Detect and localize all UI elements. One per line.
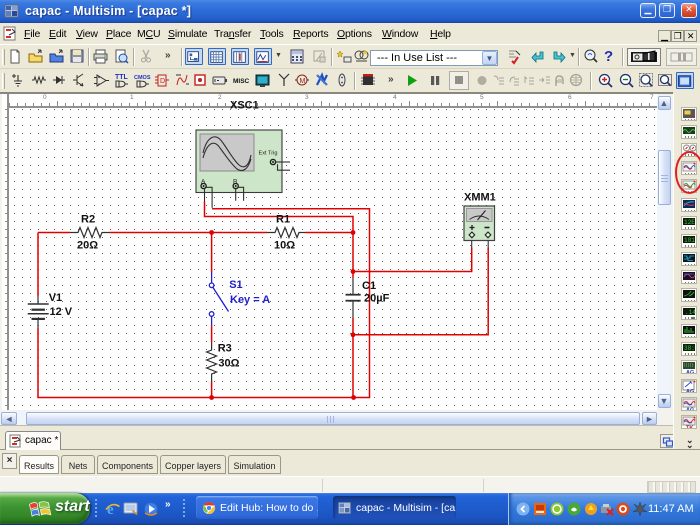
svg-text:Key = A: Key = A <box>230 294 270 306</box>
svg-text:CMOS: CMOS <box>134 75 151 81</box>
svg-text:XMM1: XMM1 <box>464 192 496 204</box>
svg-text:M: M <box>300 78 306 85</box>
svg-text:12 V: 12 V <box>50 306 73 318</box>
svg-text:12E: 12E <box>684 219 695 226</box>
svg-text:R1: R1 <box>276 214 290 226</box>
svg-text:Ext Trig: Ext Trig <box>259 151 278 157</box>
svg-text:R2: R2 <box>81 214 95 226</box>
svg-text:D: D <box>160 78 165 85</box>
svg-text:TTL: TTL <box>115 74 129 81</box>
svg-text:B: B <box>233 179 237 186</box>
svg-text:AG: AG <box>686 389 694 393</box>
svg-text:R3: R3 <box>218 343 232 355</box>
svg-text:AG: AG <box>686 407 694 411</box>
svg-text:10Ω: 10Ω <box>274 240 295 252</box>
svg-text:20µF: 20µF <box>364 293 390 305</box>
svg-text:C1: C1 <box>362 280 376 292</box>
svg-text:101: 101 <box>684 237 695 244</box>
svg-text:S1: S1 <box>229 279 242 291</box>
svg-text:V1: V1 <box>49 292 62 304</box>
svg-text:MISC: MISC <box>233 78 250 85</box>
svg-text:A: A <box>201 179 206 186</box>
svg-text:20Ω: 20Ω <box>77 240 98 252</box>
svg-text:38:: 38: <box>684 345 695 352</box>
svg-text:XSC1: XSC1 <box>230 100 259 112</box>
svg-text:AG: AG <box>686 370 694 374</box>
svg-text:TK: TK <box>686 425 693 429</box>
svg-text:.14: .14 <box>685 309 696 316</box>
svg-text:30Ω: 30Ω <box>218 358 239 370</box>
